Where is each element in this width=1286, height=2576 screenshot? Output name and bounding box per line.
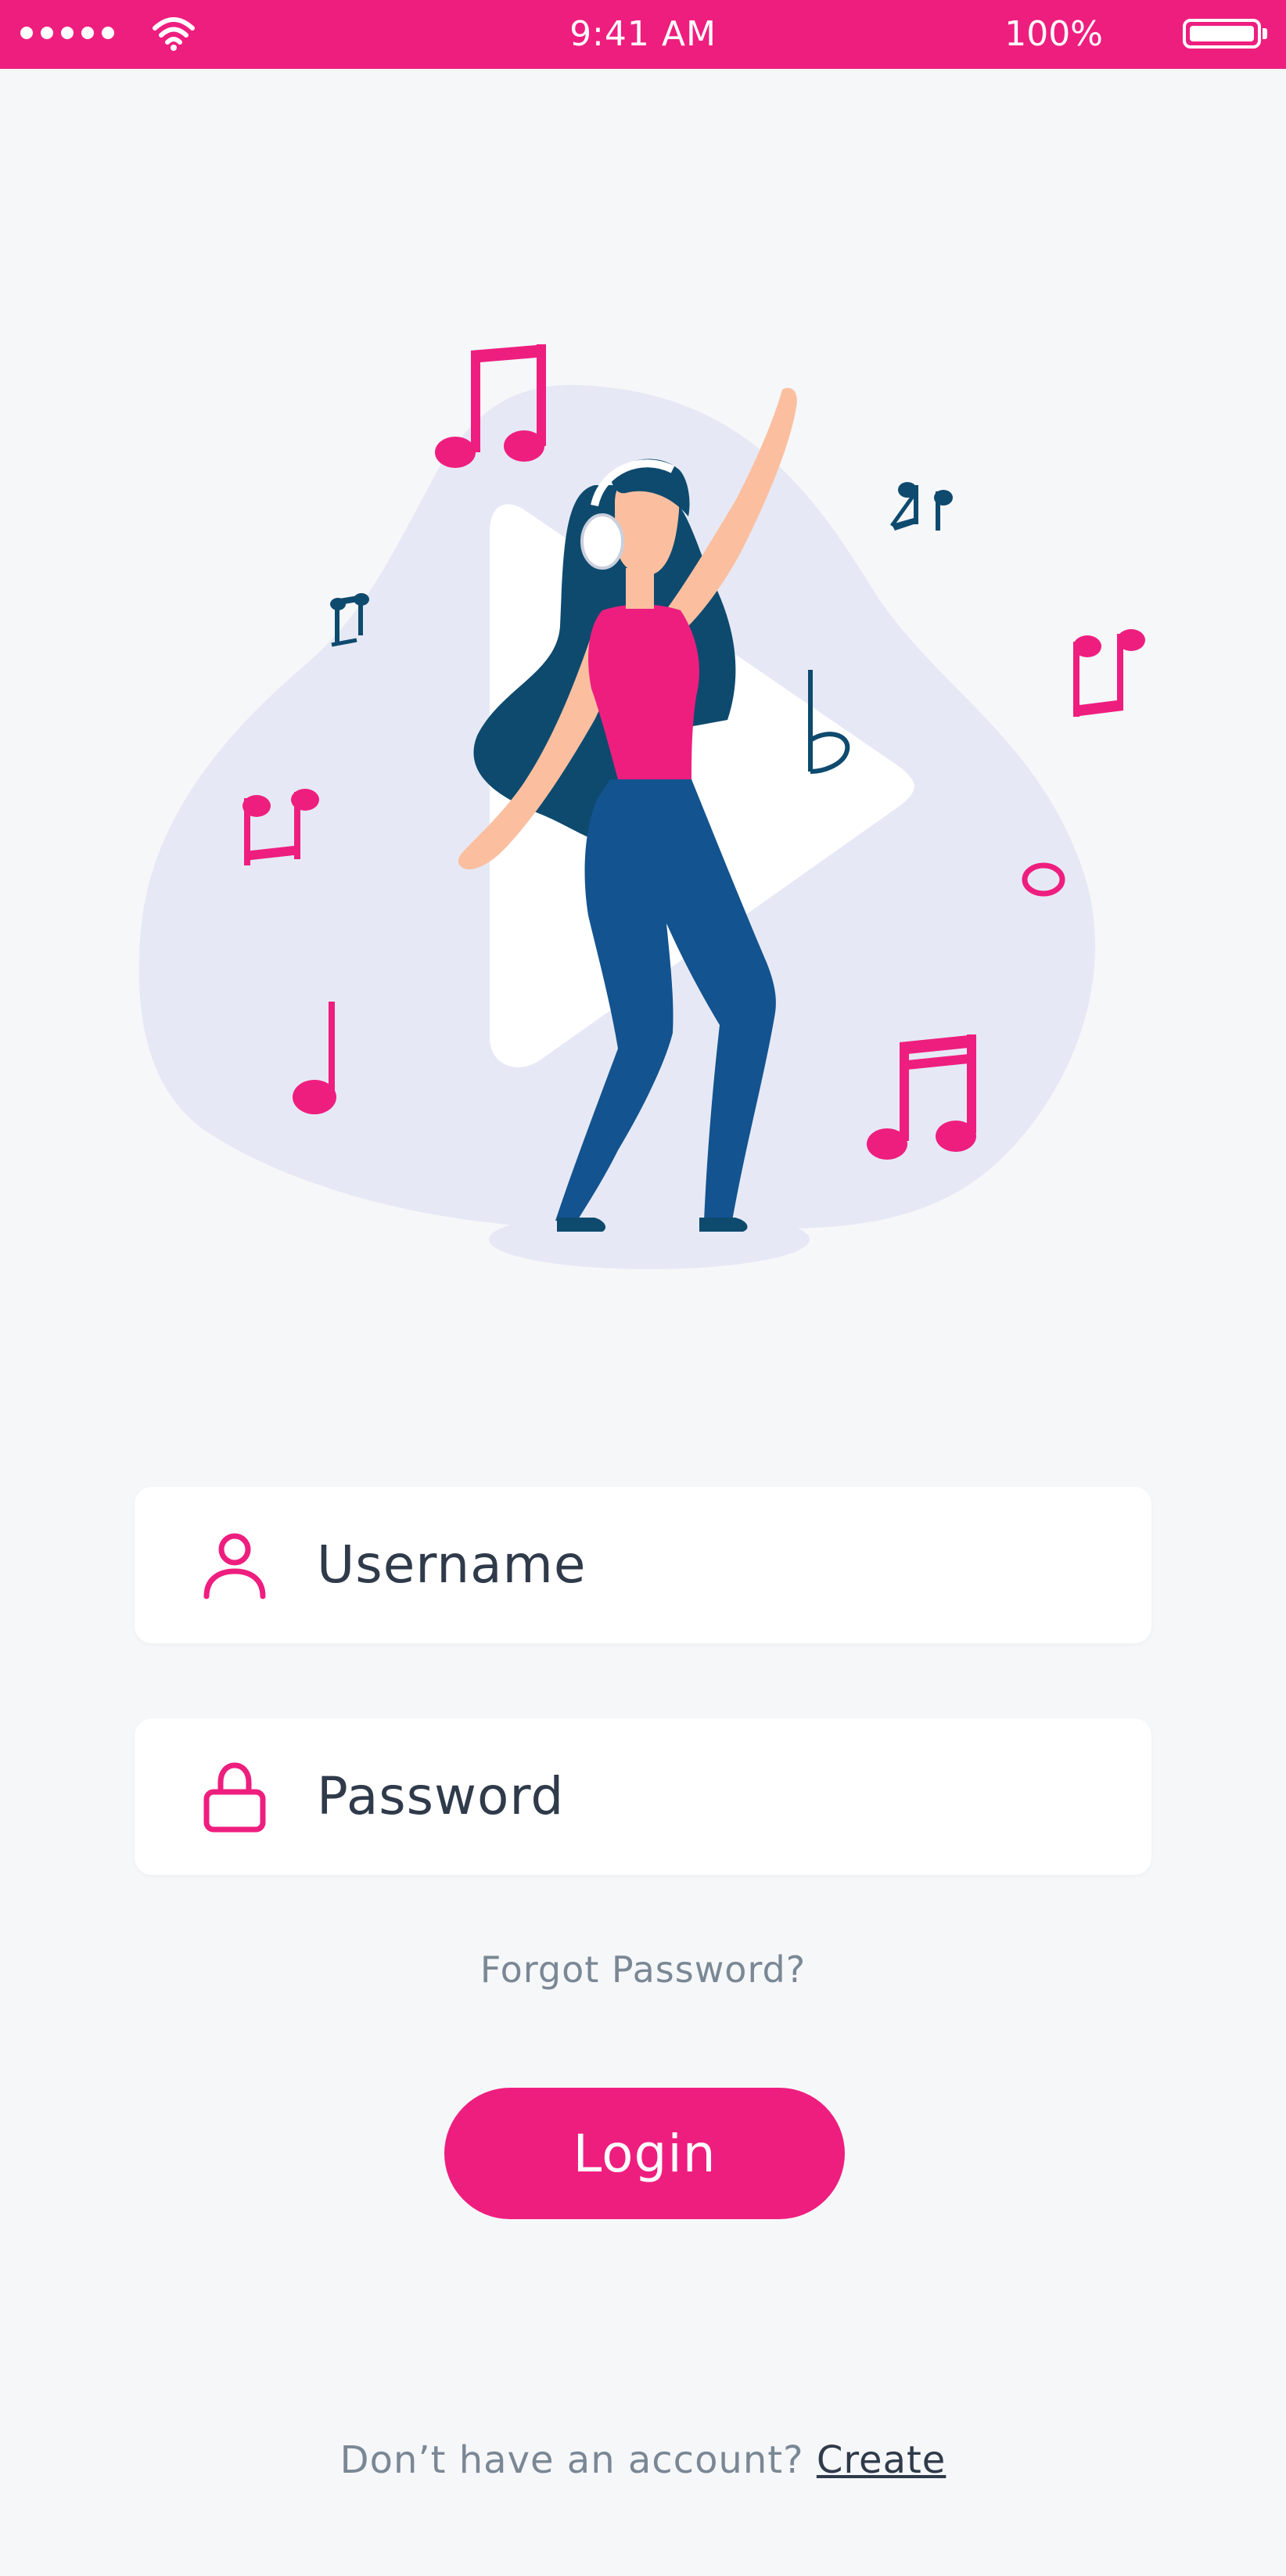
user-icon bbox=[203, 1533, 266, 1599]
password-placeholder: Password bbox=[317, 1766, 565, 1826]
lock-icon bbox=[203, 1762, 266, 1833]
music-note-icon bbox=[1073, 629, 1145, 717]
username-placeholder: Username bbox=[317, 1534, 587, 1595]
signup-prompt: Don’t have an account? Create bbox=[0, 2438, 1286, 2482]
status-bar: 9:41 AM 100% bbox=[0, 0, 1286, 69]
shoe bbox=[557, 1218, 606, 1232]
username-field[interactable]: Username bbox=[135, 1487, 1151, 1643]
login-screen: 9:41 AM 100% Username Password Forgot Pa… bbox=[0, 0, 1286, 2576]
music-note-icon bbox=[889, 482, 953, 531]
shoe bbox=[699, 1218, 748, 1232]
create-account-link[interactable]: Create bbox=[817, 2438, 947, 2482]
headphone-ear bbox=[580, 513, 624, 570]
password-field[interactable]: Password bbox=[135, 1718, 1151, 1875]
battery-icon bbox=[1183, 19, 1267, 49]
login-button[interactable]: Login bbox=[444, 2088, 845, 2219]
forgot-password-link[interactable]: Forgot Password? bbox=[0, 1948, 1286, 1991]
dancing-woman-illustration bbox=[138, 344, 1145, 1269]
signup-prompt-text: Don’t have an account? bbox=[339, 2438, 804, 2482]
floor-shadow bbox=[489, 1210, 810, 1269]
battery-percentage: 100% bbox=[1004, 14, 1103, 54]
